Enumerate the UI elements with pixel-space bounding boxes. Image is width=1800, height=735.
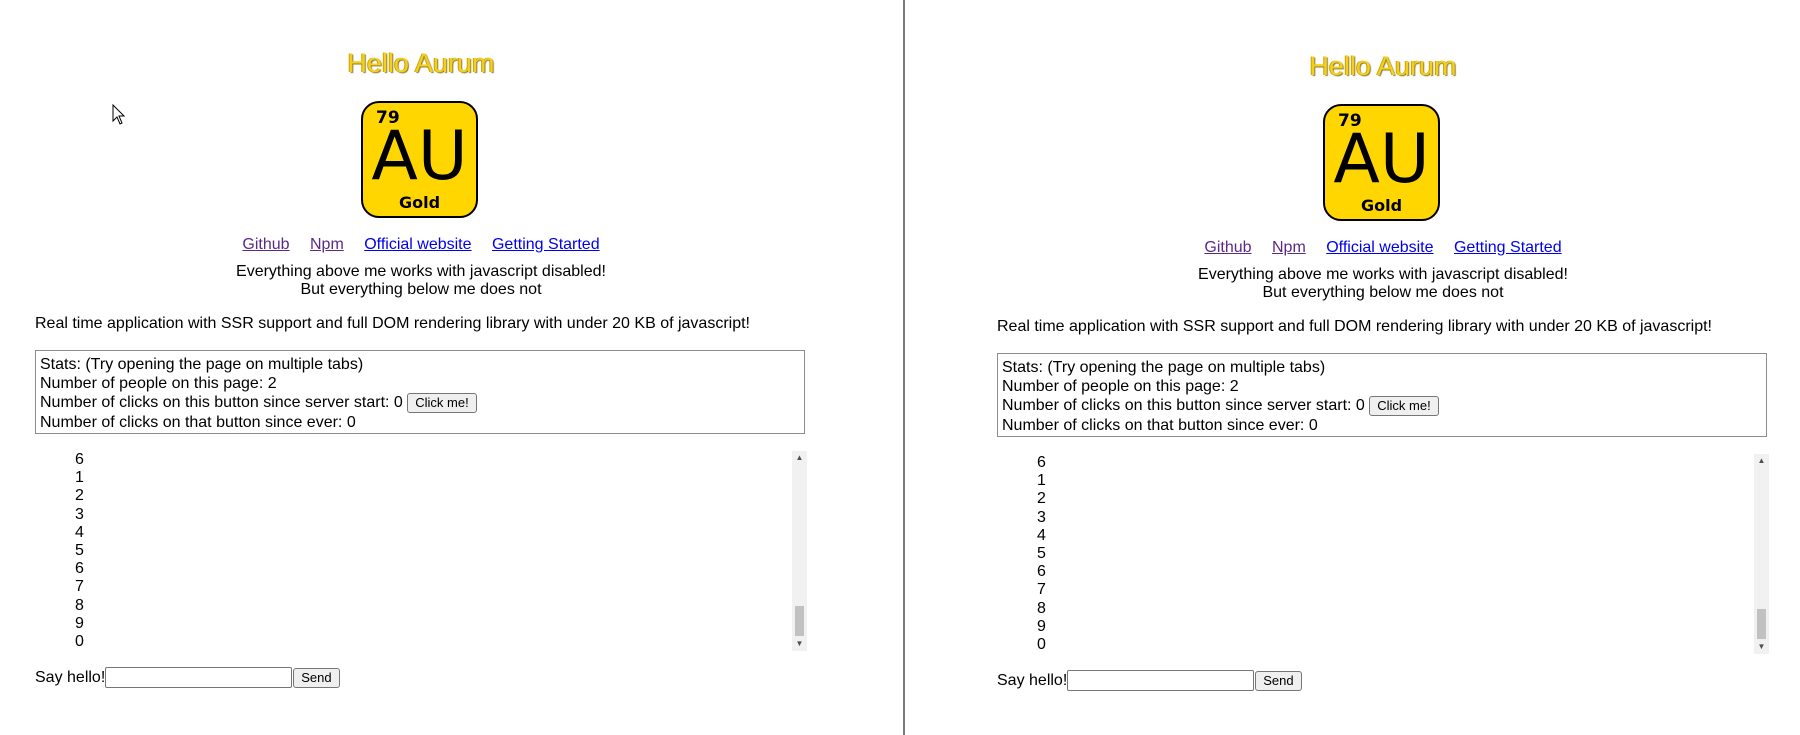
js-note-line-1: Everything above me works with javascrip… — [1198, 266, 1568, 283]
gold-element-logo: 79 AU Gold — [1323, 104, 1440, 221]
right-browser-pane: Hello Aurum 79 AU Gold Github Npm Offici… — [962, 3, 1800, 735]
list-item: 4 — [1037, 526, 1046, 544]
list-item: 1 — [75, 469, 84, 487]
stats-box: Stats: (Try opening the page on multiple… — [35, 350, 805, 434]
scroll-down-arrow-icon[interactable]: ▼ — [792, 637, 807, 651]
page-title: Hello Aurum — [1309, 51, 1457, 81]
getting-started-link[interactable]: Getting Started — [492, 236, 600, 253]
stats-clicks-row: Number of clicks on this button since se… — [40, 393, 800, 413]
stats-clicks-ever: Number of clicks on that button since ev… — [1002, 417, 1318, 434]
stats-header: Stats: (Try opening the page on multiple… — [40, 356, 364, 373]
stats-clicks-ever: Number of clicks on that button since ev… — [40, 414, 356, 431]
message-list[interactable]: 61234567890 ▲ ▼ — [35, 451, 807, 651]
message-list[interactable]: 61234567890 ▲ ▼ — [997, 454, 1769, 654]
js-note-line-1: Everything above me works with javascrip… — [236, 263, 606, 280]
description: Real time application with SSR support a… — [35, 315, 750, 332]
scroll-down-arrow-icon[interactable]: ▼ — [1754, 640, 1769, 654]
list-item: 1 — [1037, 472, 1046, 490]
list-item: 9 — [75, 614, 84, 632]
list-scrollbar[interactable]: ▲ ▼ — [792, 451, 807, 651]
logo-symbol: AU — [371, 117, 468, 196]
stats-clicks-server: Number of clicks on this button since se… — [1002, 397, 1365, 415]
say-hello-label: Say hello! — [997, 671, 1068, 689]
stats-box: Stats: (Try opening the page on multiple… — [997, 353, 1767, 437]
list-item: 2 — [75, 487, 84, 505]
scrollbar-thumb[interactable] — [1757, 609, 1766, 639]
official-website-link[interactable]: Official website — [364, 236, 471, 253]
list-item: 3 — [75, 505, 84, 523]
getting-started-link[interactable]: Getting Started — [1454, 239, 1562, 256]
list-item: 8 — [1037, 599, 1046, 617]
list-item: 0 — [1037, 636, 1046, 654]
npm-link[interactable]: Npm — [1272, 239, 1306, 256]
list-item: 6 — [75, 560, 84, 578]
say-hello-form: Say hello! Send — [997, 670, 1302, 691]
stats-people: Number of people on this page: 2 — [1002, 378, 1239, 395]
list-item: 5 — [1037, 545, 1046, 563]
list-item: 5 — [75, 542, 84, 560]
logo-symbol: AU — [1333, 120, 1430, 199]
github-link[interactable]: Github — [242, 236, 289, 253]
say-hello-input[interactable] — [1067, 670, 1255, 691]
click-me-button[interactable]: Click me! — [407, 393, 477, 413]
scroll-up-arrow-icon[interactable]: ▲ — [1754, 454, 1769, 468]
official-website-link[interactable]: Official website — [1326, 239, 1433, 256]
js-note: Everything above me works with javascrip… — [962, 266, 1800, 302]
left-browser-pane: Hello Aurum 79 AU Gold Github Npm Offici… — [0, 0, 900, 735]
list-item: 8 — [75, 596, 84, 614]
description: Real time application with SSR support a… — [997, 318, 1712, 335]
js-note: Everything above me works with javascrip… — [0, 263, 842, 299]
list-item: 0 — [75, 633, 84, 651]
screenshot: Hello Aurum 79 AU Gold Github Npm Offici… — [0, 0, 1800, 735]
list-item: 7 — [1037, 581, 1046, 599]
logo-element-name: Gold — [1360, 196, 1403, 215]
js-note-line-2: But everything below me does not — [1262, 284, 1504, 301]
stats-people: Number of people on this page: 2 — [40, 375, 277, 392]
stats-header: Stats: (Try opening the page on multiple… — [1002, 359, 1326, 376]
say-hello-label: Say hello! — [35, 668, 106, 686]
say-hello-form: Say hello! Send — [35, 667, 340, 688]
list-item: 6 — [1037, 454, 1046, 471]
stats-clicks-row: Number of clicks on this button since se… — [1002, 396, 1762, 416]
stats-clicks-server: Number of clicks on this button since se… — [40, 394, 403, 412]
scrollbar-thumb[interactable] — [795, 606, 804, 636]
message-list-items: 61234567890 — [35, 451, 807, 651]
github-link[interactable]: Github — [1204, 239, 1251, 256]
pane-divider — [903, 0, 905, 735]
logo-element-name: Gold — [398, 193, 441, 212]
gold-element-logo: 79 AU Gold — [361, 101, 478, 218]
page-title: Hello Aurum — [347, 48, 495, 78]
js-note-line-2: But everything below me does not — [300, 281, 542, 298]
list-item: 9 — [1037, 617, 1046, 635]
scroll-up-arrow-icon[interactable]: ▲ — [792, 451, 807, 465]
mouse-cursor-icon — [112, 104, 126, 125]
npm-link[interactable]: Npm — [310, 236, 344, 253]
send-button[interactable]: Send — [293, 667, 340, 688]
list-item: 2 — [1037, 490, 1046, 508]
list-item: 7 — [75, 578, 84, 596]
say-hello-input[interactable] — [105, 667, 293, 688]
message-list-items: 61234567890 — [997, 454, 1769, 654]
click-me-button[interactable]: Click me! — [1369, 396, 1439, 416]
nav-links: Github Npm Official website Getting Star… — [962, 239, 1800, 257]
send-button[interactable]: Send — [1255, 670, 1302, 691]
list-item: 6 — [1037, 563, 1046, 581]
list-item: 6 — [75, 451, 84, 468]
list-scrollbar[interactable]: ▲ ▼ — [1754, 454, 1769, 654]
nav-links: Github Npm Official website Getting Star… — [0, 236, 842, 254]
list-item: 3 — [1037, 508, 1046, 526]
list-item: 4 — [75, 523, 84, 541]
